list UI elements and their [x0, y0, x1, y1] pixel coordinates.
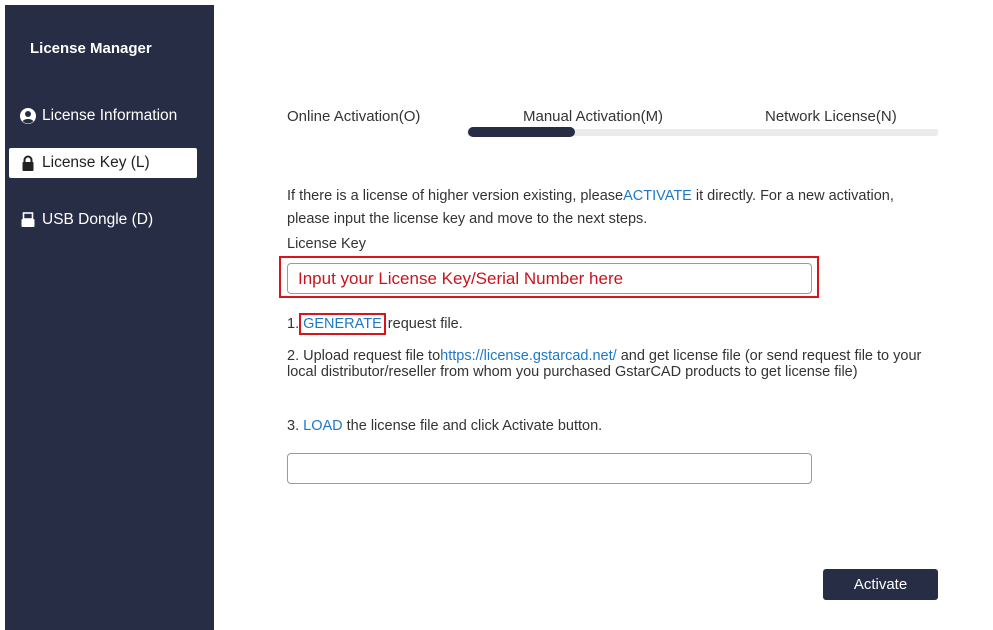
- sidebar-item-usb-dongle[interactable]: USB Dongle (D): [9, 205, 197, 235]
- sidebar-item-label: License Key (L): [42, 154, 150, 171]
- license-key-input[interactable]: Input your License Key/Serial Number her…: [287, 263, 812, 294]
- intro-text: If there is a license of higher version …: [287, 185, 927, 231]
- sidebar-item-license-key[interactable]: License Key (L): [9, 148, 197, 178]
- step-2-prefix: 2. Upload request file to: [287, 348, 441, 364]
- activation-tabs: Online Activation(O) Manual Activation(M…: [287, 108, 938, 137]
- intro-text-part: If there is a license of higher version …: [287, 188, 624, 204]
- user-circle-icon: [20, 108, 36, 124]
- license-key-label: License Key: [287, 236, 366, 252]
- step-3-suffix: the license file and click Activate butt…: [342, 418, 603, 434]
- step-1: 1. GENERATE request file.: [287, 313, 463, 335]
- step-1-prefix: 1.: [287, 316, 300, 332]
- step-1-suffix: request file.: [387, 316, 463, 332]
- app-title: License Manager: [30, 40, 152, 57]
- step-3: 3. LOAD the license file and click Activ…: [287, 418, 602, 434]
- activate-link[interactable]: ACTIVATE: [623, 188, 692, 204]
- load-link[interactable]: LOAD: [303, 418, 343, 434]
- generate-highlight: GENERATE: [299, 313, 386, 335]
- sidebar: License Manager License Information Lice…: [5, 5, 214, 630]
- license-url-link[interactable]: https://license.gstarcad.net/: [440, 348, 617, 364]
- tab-network-license[interactable]: Network License(N): [765, 108, 897, 125]
- usb-dongle-icon: [20, 212, 36, 228]
- tab-manual-activation[interactable]: Manual Activation(M): [523, 108, 663, 125]
- step-3-prefix: 3.: [287, 418, 304, 434]
- tab-active-indicator: [468, 127, 575, 137]
- generate-link[interactable]: GENERATE: [303, 316, 382, 332]
- activate-button[interactable]: Activate: [823, 569, 938, 600]
- step-2: 2. Upload request file tohttps://license…: [287, 348, 927, 380]
- sidebar-item-label: USB Dongle (D): [42, 211, 154, 228]
- lock-icon: [20, 155, 36, 171]
- sidebar-item-license-information[interactable]: License Information: [9, 101, 197, 131]
- sidebar-item-label: License Information: [42, 107, 178, 124]
- tab-online-activation[interactable]: Online Activation(O): [287, 108, 420, 125]
- license-file-path-input[interactable]: [287, 453, 812, 484]
